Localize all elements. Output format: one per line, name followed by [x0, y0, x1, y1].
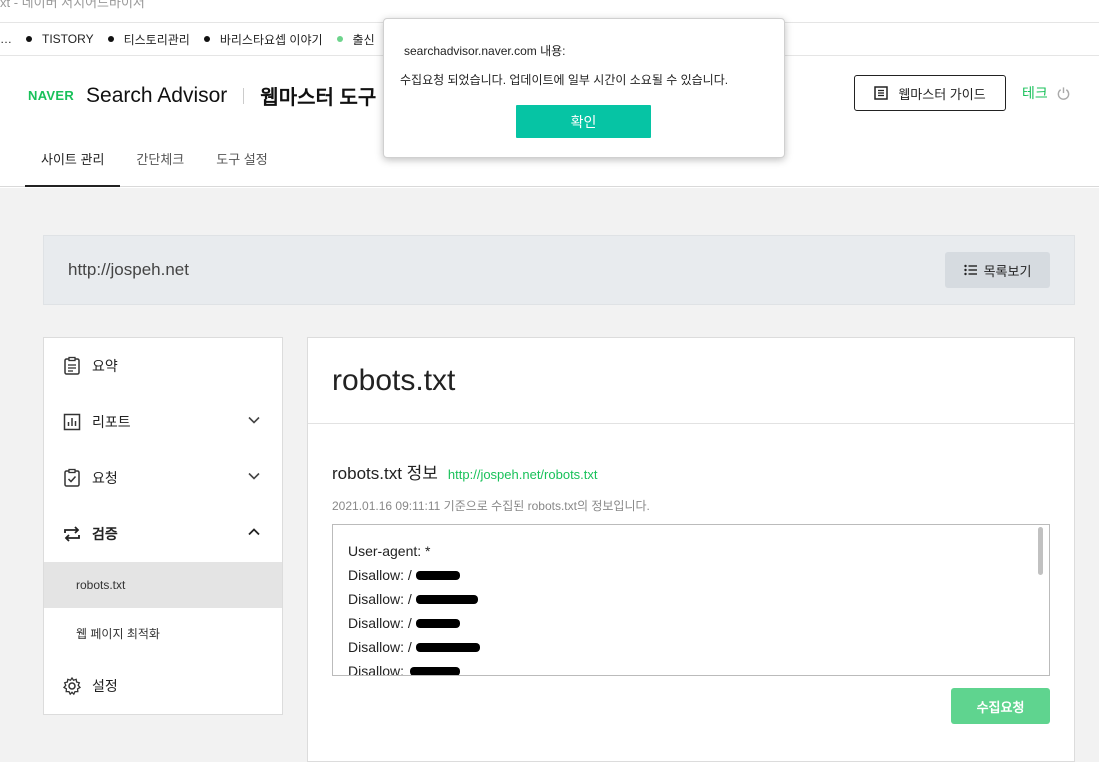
divider [243, 87, 245, 104]
scrollbar[interactable] [1038, 527, 1043, 575]
clipboard-check-icon [64, 468, 80, 487]
bookmark-dot-icon [336, 36, 343, 42]
chart-icon [63, 413, 81, 431]
clipboard-list-icon [64, 356, 80, 375]
bookmark-dot-icon [107, 36, 114, 42]
redaction-mark [416, 619, 460, 628]
robots-file-link[interactable]: http://jospeh.net/robots.txt [448, 467, 598, 482]
redaction-mark [416, 595, 478, 604]
robots-line: Disallow: / [348, 567, 412, 583]
sidebar-item-label: 검증 [92, 526, 118, 542]
window-title: xt - 네이버 서치어드바이저 [0, 0, 145, 10]
tab-site-management[interactable]: 사이트 관리 [25, 145, 121, 187]
naver-logo: NAVER [28, 88, 75, 103]
user-menu[interactable]: 테크 [1022, 83, 1071, 103]
alert-dialog: searchadvisor.naver.com 내용: 수집요청 되었습니다. … [383, 18, 785, 158]
bookmark-label: 출신 [352, 32, 375, 47]
site-url: http://jospeh.net [68, 260, 189, 279]
site-bar: http://jospeh.net 목록보기 [43, 235, 1075, 305]
bookmark-tistory[interactable]: TISTORY [26, 32, 94, 46]
dialog-title: searchadvisor.naver.com 내용: [404, 44, 566, 58]
robots-panel: robots.txt robots.txt 정보 http://jospeh.n… [307, 337, 1075, 762]
gear-icon [62, 676, 82, 696]
dialog-message: 수집요청 되었습니다. 업데이트에 일부 시간이 소요될 수 있습니다. [400, 73, 729, 87]
robots-line: User-agent: * [348, 543, 431, 559]
sidebar-item-label: 요약 [92, 358, 118, 374]
robots-info-title: robots.txt 정보 [332, 464, 438, 483]
chevron-up-icon [248, 528, 260, 536]
sidebar-subitem-web-optimization[interactable]: 웹 페이지 최적화 [44, 610, 282, 656]
sidebar-item-verify[interactable]: 검증 [44, 506, 282, 562]
page-title: robots.txt [332, 364, 456, 397]
redaction-mark [416, 643, 480, 652]
document-icon [874, 86, 889, 100]
robots-info-description: 2021.01.16 09:11:11 기준으로 수집된 robots.txt의… [332, 499, 650, 513]
tab-quick-check[interactable]: 간단체크 [120, 145, 200, 187]
webmaster-guide-button[interactable]: 웹마스터 가이드 [854, 75, 1006, 111]
main-tabs: 사이트 관리 간단체크 도구 설정 [25, 145, 284, 187]
divider [308, 423, 1074, 424]
sidebar-item-summary[interactable]: 요약 [44, 338, 282, 394]
bookmarks-overflow[interactable]: … [0, 32, 12, 46]
sidebar-item-label: 요청 [92, 470, 118, 486]
list-view-label: 목록보기 [983, 263, 1032, 279]
logo[interactable]: NAVER Search Advisor 웹마스터 도구 [28, 81, 376, 110]
product-name: Search Advisor [86, 83, 228, 107]
list-view-button[interactable]: 목록보기 [945, 252, 1050, 288]
tool-name: 웹마스터 도구 [260, 87, 377, 109]
swap-arrows-icon [64, 526, 80, 542]
main-content: http://jospeh.net 목록보기 요약 리포트 요청 검증 robo… [0, 188, 1099, 762]
sidebar-item-settings[interactable]: 설정 [44, 658, 282, 714]
robots-line: Disallow: [348, 663, 405, 676]
redaction-mark [410, 667, 460, 675]
bookmark-tistory-admin[interactable]: 티스토리관리 [107, 31, 190, 48]
confirm-button[interactable]: 확인 [516, 105, 651, 138]
chevron-down-icon [248, 416, 260, 424]
bookmark-label: 티스토리관리 [123, 32, 190, 47]
bookmark-label: TISTORY [42, 32, 94, 46]
power-icon[interactable] [1056, 86, 1071, 101]
sidebar-item-label: 설정 [92, 678, 118, 694]
redaction-mark [416, 571, 460, 580]
robots-line: Disallow: / [348, 639, 412, 655]
list-icon [963, 264, 977, 276]
chevron-down-icon [248, 472, 260, 480]
bookmark-dot-icon [203, 36, 210, 42]
guide-label: 웹마스터 가이드 [898, 86, 986, 102]
robots-line: Disallow: / [348, 615, 412, 631]
user-name: 테크 [1022, 85, 1048, 101]
sidebar-item-label: 리포트 [92, 414, 131, 430]
bookmark-label: 바리스타요셉 이야기 [219, 32, 323, 47]
robots-line: Disallow: / [348, 591, 412, 607]
sidebar-item-report[interactable]: 리포트 [44, 394, 282, 450]
bookmark-dot-icon [26, 36, 32, 42]
sidebar-subitem-robots[interactable]: robots.txt [44, 562, 282, 608]
sidebar: 요약 리포트 요청 검증 robots.txt 웹 페이지 최적화 설정 [43, 337, 283, 715]
sidebar-item-request[interactable]: 요청 [44, 450, 282, 506]
robots-content-box[interactable]: User-agent: * Disallow: / Disallow: / Di… [332, 524, 1050, 676]
tab-tool-settings[interactable]: 도구 설정 [200, 145, 283, 187]
robots-info-heading: robots.txt 정보 http://jospeh.net/robots.t… [332, 459, 598, 484]
bookmark-barista-story[interactable]: 바리스타요셉 이야기 [203, 31, 323, 48]
bookmark-4[interactable]: 출신 [336, 31, 375, 48]
collect-request-button[interactable]: 수집요청 [951, 688, 1050, 724]
